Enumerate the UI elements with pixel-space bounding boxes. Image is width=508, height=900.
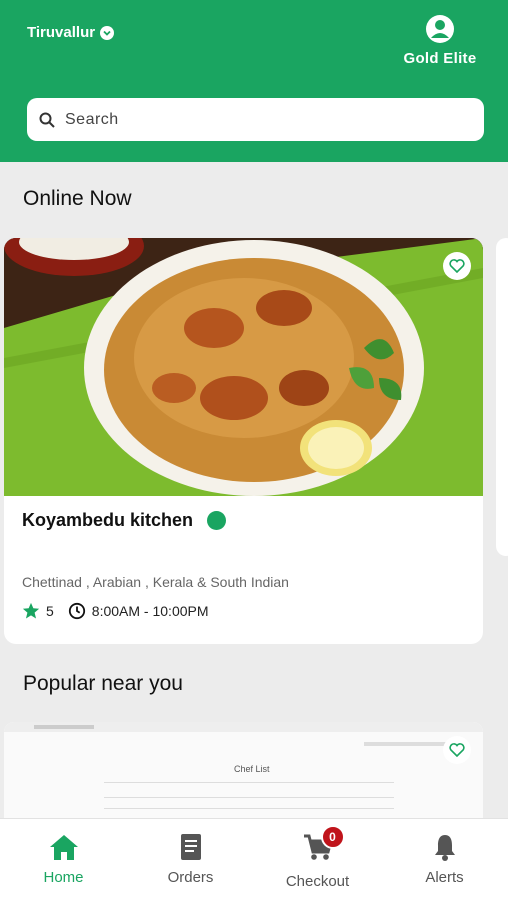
nav-orders[interactable]: Orders (127, 819, 254, 900)
nav-home-label: Home (43, 869, 84, 886)
cuisine-list: Chettinad , Arabian , Kerala & South Ind… (22, 574, 289, 590)
next-restaurant-card[interactable] (496, 238, 508, 556)
chevron-down-icon (100, 25, 115, 40)
membership-label: Gold Elite (403, 50, 477, 67)
search-bar[interactable]: Search (27, 98, 484, 141)
bell-icon (434, 835, 455, 861)
home-icon (49, 835, 78, 860)
clock-icon (68, 602, 85, 620)
favorite-button[interactable] (443, 252, 471, 280)
heart-icon (449, 259, 465, 273)
location-label: Tiruvallur (27, 24, 96, 41)
search-input[interactable]: Search (65, 111, 119, 129)
nav-checkout[interactable]: 0 Checkout (254, 819, 381, 900)
nav-orders-label: Orders (167, 869, 214, 886)
nav-checkout-label: Checkout (285, 873, 350, 890)
cart-count-badge: 0 (320, 825, 345, 849)
favorite-button-popular[interactable] (443, 736, 471, 764)
popular-card-caption: Chef List (234, 764, 270, 774)
restaurant-meta: 5 8:00AM - 10:00PM (22, 602, 209, 620)
nav-home[interactable]: Home (0, 819, 127, 900)
online-status-dot (207, 511, 227, 530)
section-title-online-now: Online Now (23, 187, 132, 210)
heart-icon (449, 743, 465, 757)
section-title-popular: Popular near you (23, 672, 183, 695)
search-icon (39, 112, 55, 128)
bottom-navigation: Home Orders 0 Checkout Alerts (0, 818, 508, 900)
location-selector[interactable]: Tiruvallur (27, 24, 115, 41)
restaurant-card[interactable]: Koyambedu kitchen Chettinad , Arabian , … (4, 238, 483, 644)
nav-alerts[interactable]: Alerts (381, 819, 508, 900)
cart-icon-wrapper: 0 (303, 825, 345, 865)
rating-value: 5 (46, 603, 54, 619)
profile-button[interactable]: Gold Elite (390, 14, 490, 67)
nav-alerts-label: Alerts (425, 869, 464, 886)
restaurant-name-row: Koyambedu kitchen (22, 510, 227, 531)
opening-hours: 8:00AM - 10:00PM (91, 603, 209, 619)
top-header: Tiruvallur Gold Elite Search (0, 0, 508, 162)
star-icon (22, 602, 40, 619)
restaurant-name: Koyambedu kitchen (22, 510, 194, 530)
user-icon (426, 15, 454, 43)
restaurant-image (4, 238, 483, 496)
orders-icon (180, 834, 201, 860)
